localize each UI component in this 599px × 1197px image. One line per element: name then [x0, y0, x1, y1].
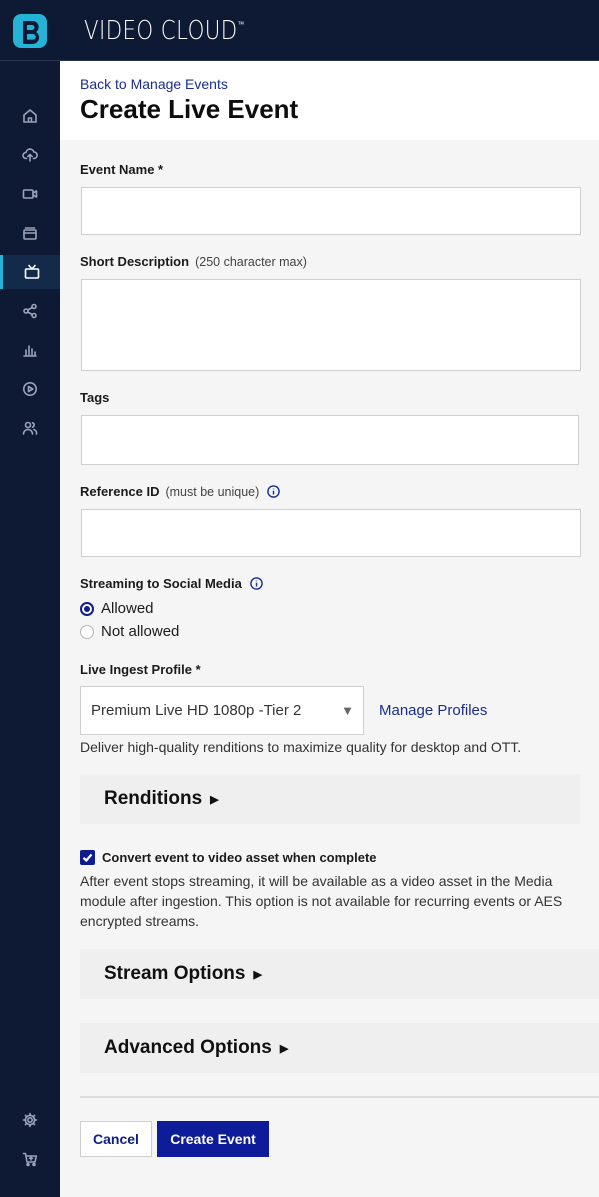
radio-selected-icon[interactable] — [80, 601, 94, 616]
brand-name: VIDEO CLOUD™ — [84, 16, 245, 46]
divider — [80, 1096, 599, 1098]
ingest-profile-description: Deliver high-quality renditions to maxim… — [80, 739, 522, 755]
gear-icon[interactable] — [0, 1103, 60, 1137]
media-library-icon[interactable] — [0, 216, 60, 250]
social-media-option-allowed[interactable]: Allowed — [80, 600, 154, 617]
brightcove-logo-icon[interactable] — [12, 13, 48, 49]
short-description-textarea[interactable] — [81, 279, 581, 371]
info-icon[interactable] — [267, 485, 281, 498]
cancel-button[interactable]: Cancel — [80, 1121, 152, 1157]
short-description-label: Short Description (250 character max) — [80, 254, 307, 269]
event-name-label: Event Name * — [80, 162, 164, 177]
convert-to-asset-description: After event stops streaming, it will be … — [80, 873, 563, 929]
convert-to-asset-checkbox[interactable] — [80, 850, 95, 865]
video-camera-icon[interactable] — [0, 177, 60, 211]
back-to-manage-events-link[interactable]: Back to Manage Events — [80, 76, 228, 92]
advanced-options-toggle[interactable]: Advanced Options ▶ — [80, 1023, 599, 1073]
upload-icon[interactable] — [0, 138, 60, 172]
expand-triangle-icon: ▶ — [279, 1042, 289, 1055]
info-icon[interactable] — [250, 577, 263, 590]
page-header: Back to Manage Events Create Live Event — [60, 61, 599, 140]
share-icon[interactable] — [0, 294, 60, 328]
analytics-icon[interactable] — [0, 333, 60, 367]
side-navigation — [0, 61, 60, 1197]
stream-options-toggle[interactable]: Stream Options ▶ — [80, 949, 599, 999]
social-media-option-not-allowed[interactable]: Not allowed — [80, 623, 179, 640]
social-media-label: Streaming to Social Media — [80, 576, 263, 591]
live-tv-icon[interactable] — [0, 255, 60, 289]
expand-triangle-icon: ▶ — [253, 968, 262, 981]
convert-to-asset-label[interactable]: Convert event to video asset when comple… — [102, 850, 377, 865]
page-title: Create Live Event — [80, 94, 299, 124]
tags-label: Tags — [80, 390, 110, 405]
home-icon[interactable] — [0, 99, 60, 133]
ingest-profile-label: Live Ingest Profile * — [80, 662, 201, 677]
short-description-hint: (250 character max) — [195, 255, 307, 269]
reference-id-hint: (must be unique) — [165, 485, 260, 499]
cart-icon[interactable] — [0, 1142, 60, 1176]
tags-input[interactable] — [81, 415, 579, 465]
event-name-input[interactable] — [81, 187, 581, 235]
manage-profiles-link[interactable]: Manage Profiles — [379, 702, 487, 719]
dropdown-arrow-icon: ▼ — [341, 703, 354, 718]
ingest-profile-selected-value: Premium Live HD 1080p -Tier 2 — [91, 702, 302, 719]
radio-unselected-icon[interactable] — [80, 624, 94, 639]
renditions-toggle[interactable]: Renditions ▶ — [80, 774, 580, 824]
reference-id-input[interactable] — [81, 509, 581, 557]
expand-triangle-icon: ▶ — [210, 793, 219, 806]
users-icon[interactable] — [0, 411, 60, 445]
create-event-button[interactable]: Create Event — [157, 1121, 269, 1157]
ingest-profile-select[interactable]: Premium Live HD 1080p -Tier 2 ▼ — [80, 686, 364, 735]
reference-id-label: Reference ID (must be unique) — [80, 484, 281, 499]
top-bar: VIDEO CLOUD™ — [0, 0, 599, 61]
player-icon[interactable] — [0, 372, 60, 406]
